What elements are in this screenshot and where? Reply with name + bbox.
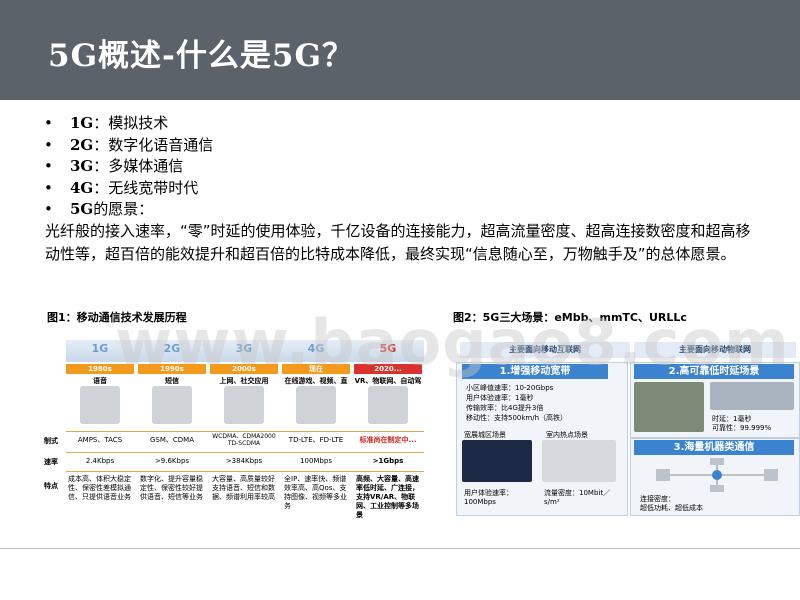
row-divider bbox=[66, 471, 424, 472]
embb-spec: 移动性：支持500km/h（高铁） bbox=[466, 414, 568, 422]
embb-spec: 小区峰值速率：10-20Gbps bbox=[466, 384, 554, 392]
footer-divider bbox=[0, 548, 800, 549]
rate-cell: 100Mbps bbox=[300, 457, 332, 465]
list-item: • 1G：模拟技术 bbox=[44, 114, 169, 132]
urllc-spec: 可靠性：99.999% bbox=[712, 424, 772, 432]
mmtc-title: 3.海量机器类通信 bbox=[634, 440, 794, 455]
standard-cell: 标准尚在制定中... bbox=[359, 436, 417, 444]
list-item: • 5G的愿景： bbox=[44, 200, 154, 218]
rate-cell: >9.6Kbps bbox=[154, 457, 190, 465]
rate-cell: 2.4Kbps bbox=[85, 457, 115, 465]
generation-list: • 1G：模拟技术 • 2G：数字化语音通信 • 3G：多媒体通信 • 4G：无线宽带时… bbox=[44, 113, 213, 221]
row-label-rate: 速率 bbox=[44, 458, 58, 466]
highway-image bbox=[634, 382, 704, 432]
row-label-standard: 制式 bbox=[44, 437, 58, 445]
smartphone-image bbox=[224, 386, 264, 424]
standard-cell: GSM、CDMA bbox=[149, 436, 194, 444]
features-cell: 成本高、体积大稳定性、保密性差模拟通信、只提供语音业务 bbox=[68, 475, 131, 501]
rate-cell: >384Kbps bbox=[225, 457, 263, 465]
features-cell: 数字化、提升容量稳定性、保密性较好提供语音、短信等业务 bbox=[140, 475, 203, 501]
embb-footnote: 用户体验速率：100Mbps bbox=[464, 489, 513, 506]
row-label-features: 特点 bbox=[44, 482, 58, 490]
rate-cell: >1Gbps bbox=[372, 457, 404, 465]
vr-headset-image bbox=[368, 386, 408, 424]
row-divider bbox=[66, 452, 424, 453]
embb-footnote: 流量密度：10Mbit／s/m² bbox=[544, 489, 611, 506]
embb-spec: 用户体验速率：1毫秒 bbox=[466, 394, 534, 402]
embb-spec: 传输效率：比4G提升3倍 bbox=[466, 404, 544, 412]
list-item: • 4G：无线宽带时代 bbox=[44, 178, 199, 197]
flip-phone-image bbox=[152, 386, 192, 424]
watermark: www.baogao8.com bbox=[115, 306, 790, 379]
video-stream-image bbox=[296, 386, 336, 424]
scene-label: 宽展城区场景 bbox=[464, 431, 506, 439]
features-cell: 高频、大容量、高速率低时延、广连接，支持VR/AR、物联网、工业控制等多场景 bbox=[356, 475, 419, 519]
mmtc-spec: 超低功耗、超低成本 bbox=[640, 504, 703, 512]
standard-cell: TD-LTE、FD-LTE bbox=[288, 436, 344, 444]
row-divider bbox=[66, 431, 424, 432]
brick-phone-image bbox=[80, 386, 120, 424]
features-cell: 大容量、高质量较好支持语音、短信和数据、频谱利用率较高 bbox=[212, 475, 275, 501]
standard-cell: AMPS、TACS bbox=[77, 436, 123, 444]
standard-cell: WCDMA、CDMA2000 TD-SCDMA bbox=[212, 433, 276, 447]
scene-label: 室内热点场景 bbox=[546, 431, 588, 439]
features-cell: 全IP、速率快、频谱效率高、高Qos、支持图像、视频等多业务 bbox=[284, 475, 347, 510]
iot-network-diagram bbox=[656, 458, 778, 492]
factory-image bbox=[710, 382, 794, 410]
slide-title: 5G概述-什么是5G？ bbox=[48, 38, 354, 74]
list-item: • 3G：多媒体通信 bbox=[44, 157, 184, 175]
list-item: • 2G：数字化语音通信 bbox=[44, 135, 214, 154]
indoor-office-image bbox=[542, 440, 616, 482]
city-night-image bbox=[462, 440, 532, 482]
vision-paragraph: 光纤般的接入速率，“零”时延的使用体验，千亿设备的连接能力，超高流量密度、超高连… bbox=[45, 222, 751, 263]
